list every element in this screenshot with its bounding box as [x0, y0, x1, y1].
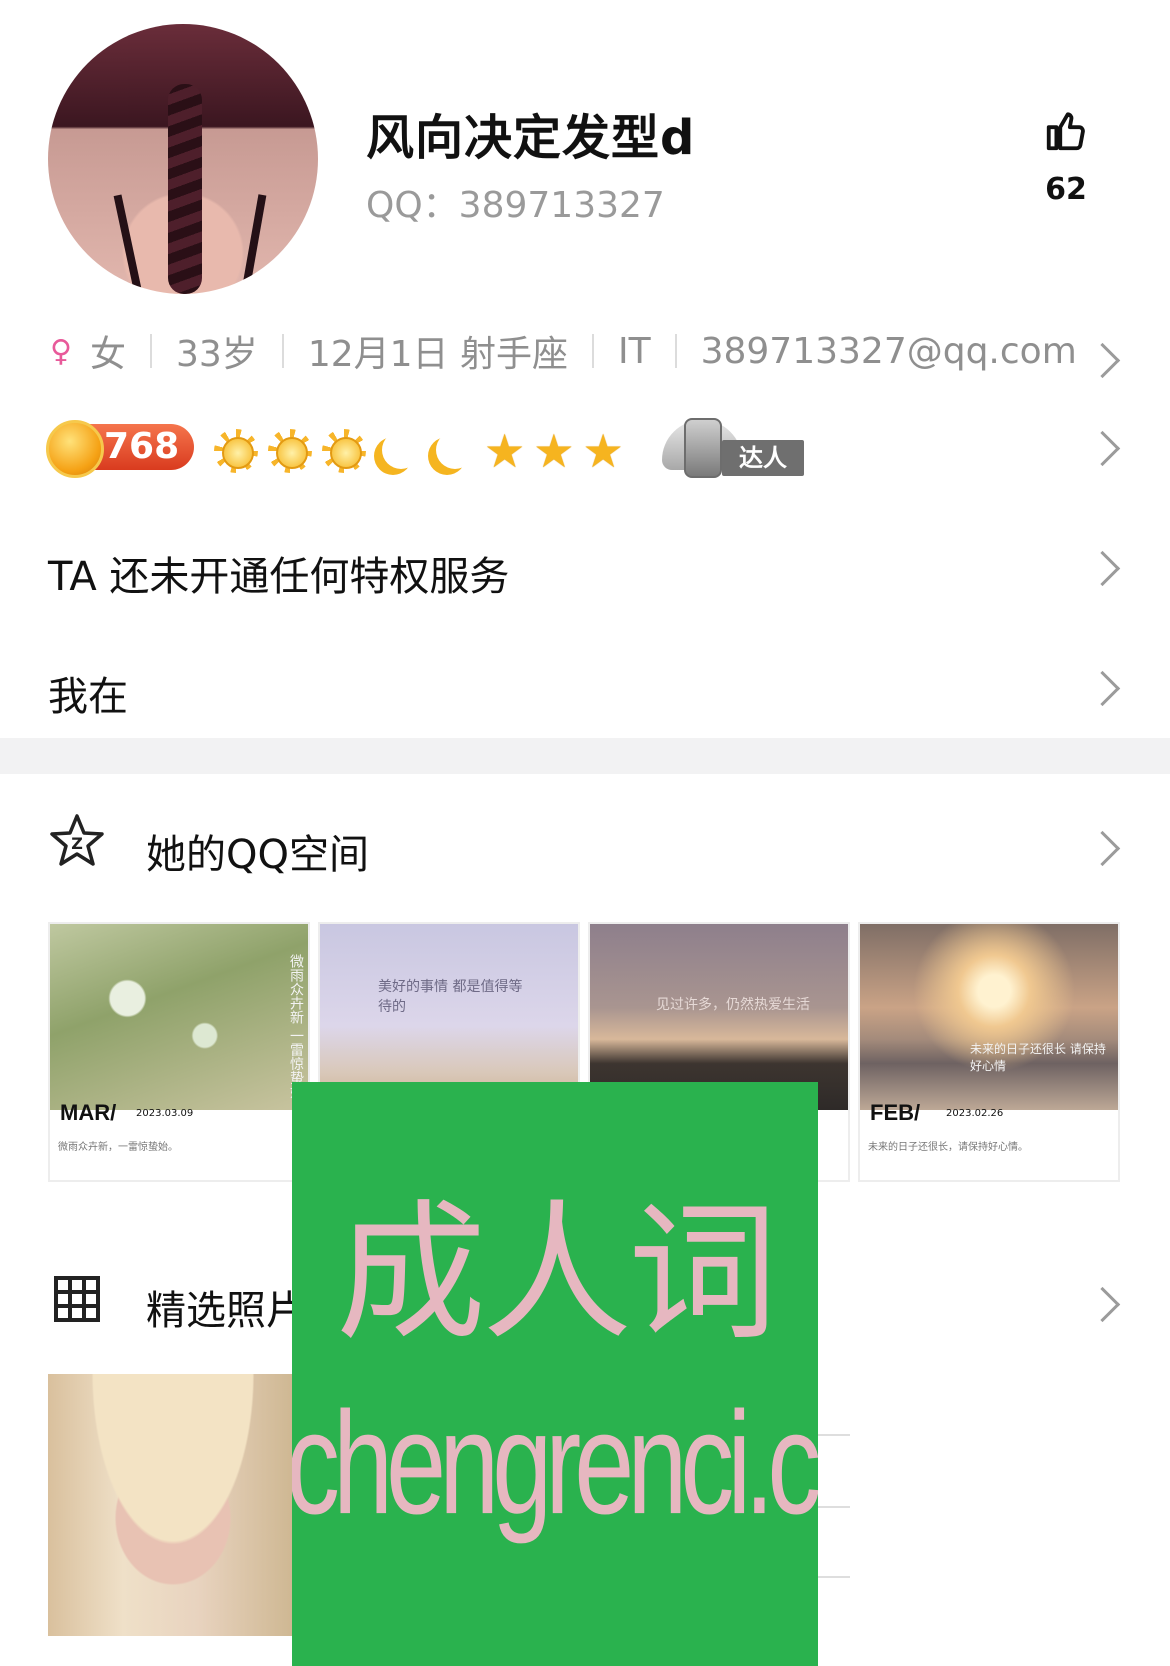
- qzone-title[interactable]: 她的QQ空间: [146, 822, 369, 880]
- qzone-star-icon: Z: [48, 812, 106, 870]
- gender-text: 女: [89, 334, 126, 375]
- email-text: 389713327@qq.com: [700, 330, 1077, 372]
- chevron-right-icon[interactable]: [1084, 550, 1121, 587]
- daren-badge[interactable]: 达人: [662, 414, 804, 478]
- level-value: 768: [104, 426, 180, 467]
- post-date: 2023.02.26: [946, 1108, 1004, 1119]
- photo-hair: [48, 1374, 298, 1636]
- section-divider: [0, 738, 1170, 774]
- daren-tag: 达人: [722, 440, 804, 476]
- like-button[interactable]: [1036, 108, 1096, 158]
- moon-icon: [376, 429, 420, 473]
- age-text: 33岁: [176, 334, 258, 375]
- avatar-hair-braid: [168, 84, 202, 294]
- post-overlay-text: 微雨众卉新 一雷惊蛰始: [288, 954, 304, 1099]
- post-image: [860, 924, 1118, 1110]
- birthday-text: 12月1日 射手座: [307, 334, 568, 375]
- avatar[interactable]: [48, 24, 318, 294]
- qzone-post-card[interactable]: 未来的日子还很长 请保持好心情 FEB/ 2023.02.26 未来的日子还很长…: [858, 922, 1120, 1182]
- moon-icon: [430, 429, 474, 473]
- level-badge[interactable]: 768: [46, 420, 194, 478]
- chevron-right-icon[interactable]: [1084, 1286, 1121, 1323]
- photos-title[interactable]: 精选照片: [146, 1278, 306, 1336]
- grid-icon: [54, 1276, 100, 1322]
- avatar-strap-left: [113, 194, 147, 294]
- star-icon: ★: [582, 424, 624, 478]
- post-date: 2023.03.09: [136, 1108, 194, 1119]
- qzone-post-card[interactable]: 微雨众卉新 一雷惊蛰始 MAR/ 2023.03.09 微雨众卉新，一雷惊蛰始。: [48, 922, 310, 1182]
- post-overlay-text: 未来的日子还很长 请保持好心情: [970, 1042, 1106, 1073]
- profile-info-row[interactable]: ♀ 女 33岁 12月1日 射手座 IT 389713327@qq.com: [50, 326, 1077, 376]
- watermark-cn-text: 成人词: [335, 1187, 778, 1361]
- separator: [674, 334, 677, 368]
- post-caption: 未来的日子还很长，请保持好心情。: [868, 1142, 1028, 1153]
- post-month: MAR/: [60, 1100, 117, 1125]
- level-icons: ★ ★ ★: [214, 426, 632, 476]
- star-icon: ★: [533, 424, 575, 478]
- post-month: FEB/: [870, 1100, 921, 1125]
- sun-icon: [214, 429, 258, 473]
- chevron-right-icon[interactable]: [1084, 430, 1121, 467]
- nickname: 风向决定发型d: [366, 110, 696, 166]
- watermark-en-text: chengrenci.com: [292, 1380, 818, 1545]
- featured-photo[interactable]: [48, 1374, 298, 1636]
- job-text: IT: [617, 330, 651, 372]
- female-icon: ♀: [50, 333, 72, 369]
- chevron-right-icon[interactable]: [1084, 342, 1121, 379]
- sun-icon: [322, 429, 366, 473]
- chevron-right-icon[interactable]: [1084, 830, 1121, 867]
- location-row[interactable]: 我在: [48, 664, 128, 722]
- bell-icon: [684, 418, 722, 478]
- separator: [150, 334, 152, 368]
- sun-icon: [268, 429, 312, 473]
- watermark: 成人词 chengrenci.com: [292, 1082, 818, 1666]
- avatar-strap-right: [237, 194, 267, 294]
- star-icon: ★: [484, 424, 526, 478]
- post-overlay-text: 见过许多，仍然热爱生活: [656, 997, 810, 1013]
- qq-number: QQ：389713327: [366, 185, 665, 226]
- post-caption: 微雨众卉新，一雷惊蛰始。: [58, 1142, 178, 1153]
- privilege-row[interactable]: TA 还未开通任何特权服务: [48, 544, 509, 602]
- level-coin-icon: [46, 420, 104, 478]
- thumbs-up-icon: [1046, 112, 1085, 151]
- separator: [281, 334, 284, 368]
- like-count: 62: [1045, 172, 1087, 207]
- separator: [591, 334, 594, 368]
- chevron-right-icon[interactable]: [1084, 670, 1121, 707]
- svg-text:Z: Z: [71, 834, 83, 853]
- post-overlay-text: 美好的事情 都是值得等待的: [378, 979, 523, 1015]
